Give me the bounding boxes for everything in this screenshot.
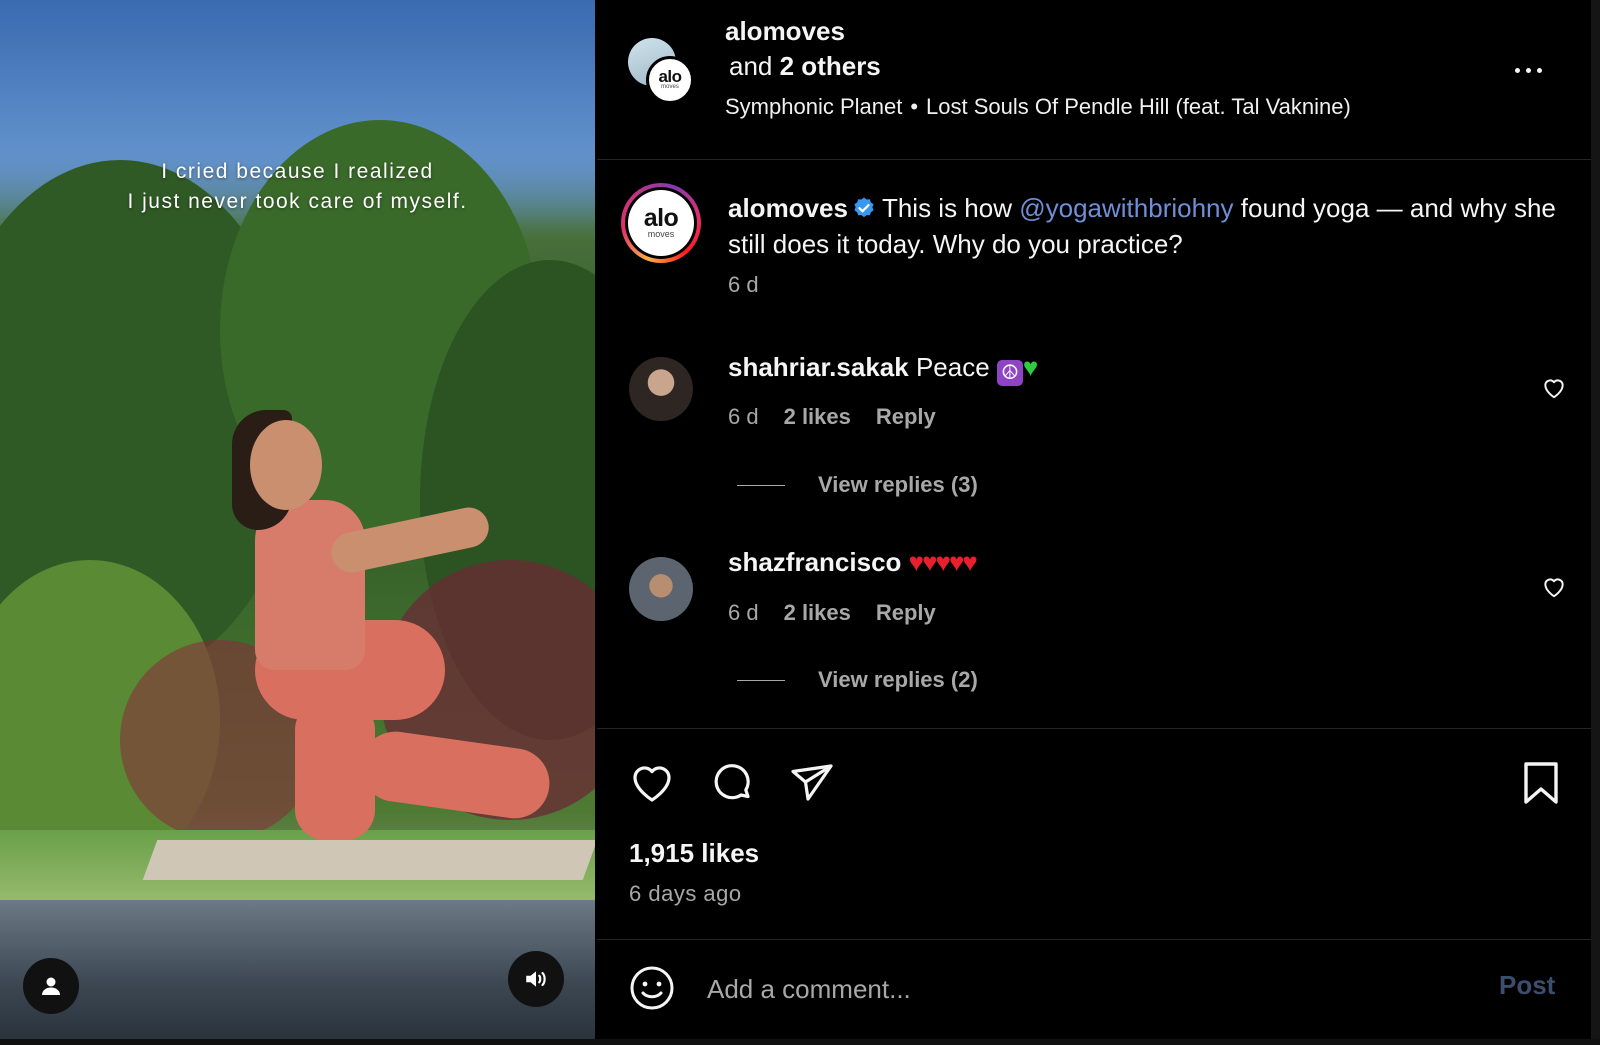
green-heart-emoji: ♥ xyxy=(1022,352,1039,382)
avatar-logo: alo xyxy=(643,204,679,232)
avatar-logo-sub: moves xyxy=(661,84,679,90)
post-header: alo moves alomoves and 2 others Symphoni… xyxy=(597,0,1591,160)
comment-text: shazfrancisco ♥♥♥♥♥ xyxy=(728,547,978,578)
user-icon xyxy=(42,977,60,995)
avatar: alo moves xyxy=(646,56,694,104)
reply-button[interactable]: Reply xyxy=(876,600,936,626)
reply-button[interactable]: Reply xyxy=(876,404,936,430)
header-username[interactable]: alomoves xyxy=(725,16,845,47)
comment-like-heart-icon[interactable] xyxy=(1541,375,1567,401)
emoji-picker-smiley-icon[interactable] xyxy=(628,964,676,1012)
comment-likes[interactable]: 2 likes xyxy=(784,600,851,626)
replies-divider xyxy=(737,679,785,681)
background-strip xyxy=(0,1039,1600,1045)
bookmark-icon[interactable] xyxy=(1517,759,1565,807)
video-overlay-text: I cried because I realized I just never … xyxy=(0,157,595,217)
post-actions: 1,915 likes 6 days ago xyxy=(597,728,1591,940)
caption-mention-link[interactable]: @yogawithbriohny xyxy=(1019,193,1233,223)
comment-username[interactable]: shazfrancisco xyxy=(728,547,901,577)
view-replies-button[interactable]: View replies (3) xyxy=(737,472,978,498)
collaborators-link[interactable]: and 2 others xyxy=(729,51,881,82)
media-ledge xyxy=(0,900,595,1039)
avatar-logo-sub: moves xyxy=(647,229,675,239)
comment-username[interactable]: shahriar.sakak xyxy=(728,352,909,382)
audio-title: Lost Souls Of Pendle Hill (feat. Tal Vak… xyxy=(926,94,1351,119)
post-media[interactable]: I cried because I realized I just never … xyxy=(0,0,595,1039)
add-comment-input[interactable] xyxy=(705,968,1449,1010)
audio-attribution[interactable]: Symphonic Planet • Lost Souls Of Pendle Hi… xyxy=(725,94,1351,120)
avatar[interactable] xyxy=(629,357,693,421)
comment-bubble-icon[interactable] xyxy=(708,759,756,807)
media-yoga-mat xyxy=(142,840,595,880)
avatar: alo moves xyxy=(628,190,694,256)
overlay-line-2: I just never took care of myself. xyxy=(127,190,468,213)
comment-body: Peace xyxy=(915,352,990,382)
caption-timestamp[interactable]: 6 d xyxy=(728,272,759,298)
avatar-logo: alo xyxy=(658,67,682,86)
comment-timestamp[interactable]: 6 d xyxy=(728,600,759,626)
like-heart-icon[interactable] xyxy=(628,759,676,807)
likes-count[interactable]: 1,915 likes xyxy=(629,838,759,869)
others-prefix: and xyxy=(729,51,773,81)
view-replies-button[interactable]: View replies (2) xyxy=(737,667,978,693)
view-replies-label: View replies (2) xyxy=(818,667,978,692)
post-caption: alomoves This is how @yogawithbriohny fou… xyxy=(728,190,1558,262)
caption-text-start: This is how xyxy=(881,193,1012,223)
peace-emoji: ☮ xyxy=(996,360,1023,386)
sound-toggle-button[interactable] xyxy=(508,951,564,1007)
overlay-line-1: I cried because I realized xyxy=(161,160,434,183)
audio-artist: Symphonic Planet xyxy=(725,94,903,119)
red-hearts-emoji: ♥♥♥♥♥ xyxy=(908,547,978,577)
comment-text: shahriar.sakak Peace ☮ ♥ xyxy=(728,352,1038,386)
share-paper-plane-icon[interactable] xyxy=(788,759,836,807)
tagged-users-button[interactable] xyxy=(23,958,79,1014)
more-options-button[interactable] xyxy=(1515,60,1555,80)
collab-avatars[interactable]: alo moves xyxy=(628,38,698,106)
speaker-icon xyxy=(526,971,546,987)
verified-badge-icon xyxy=(854,197,874,218)
comment-like-heart-icon[interactable] xyxy=(1541,574,1567,600)
post-timestamp: 6 days ago xyxy=(629,881,742,906)
post-comment-button[interactable]: Post xyxy=(1499,970,1555,1001)
more-icon xyxy=(1515,67,1520,73)
media-person xyxy=(295,700,375,840)
comment-meta: 6 d 2 likes Reply xyxy=(728,404,936,430)
view-replies-label: View replies (3) xyxy=(818,472,978,497)
caption-username[interactable]: alomoves xyxy=(728,193,848,223)
others-count: 2 others xyxy=(779,51,881,81)
post-panel: alo moves alomoves and 2 others Symphoni… xyxy=(597,0,1591,1039)
comment-timestamp[interactable]: 6 d xyxy=(728,404,759,430)
caption-avatar[interactable]: alo moves xyxy=(621,183,701,263)
replies-divider xyxy=(737,484,785,486)
comment-likes[interactable]: 2 likes xyxy=(784,404,851,430)
media-person xyxy=(250,420,322,510)
background-strip xyxy=(1591,0,1600,1039)
comment-meta: 6 d 2 likes Reply xyxy=(728,600,936,626)
audio-separator: • xyxy=(910,94,919,119)
avatar[interactable] xyxy=(629,557,693,621)
